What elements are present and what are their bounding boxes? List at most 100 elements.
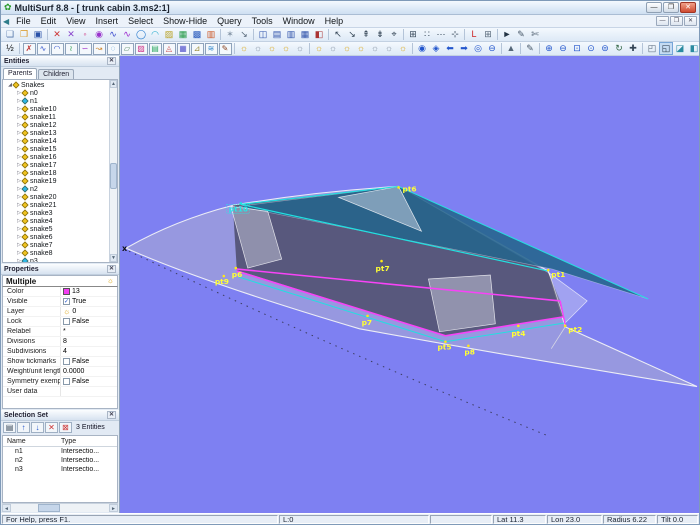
create-ruled-surface-button[interactable]: ▨ bbox=[134, 42, 148, 55]
create-arc-button[interactable]: ◠ bbox=[50, 42, 64, 55]
selection-close-icon[interactable]: ✕ bbox=[107, 411, 116, 419]
property-row-user-data[interactable]: User data bbox=[3, 387, 117, 397]
property-row-color[interactable]: Color 13 bbox=[3, 287, 117, 297]
visible-toggle-button[interactable]: ☼ bbox=[312, 42, 326, 55]
tree-item-snake3[interactable]: ▷ snake3 bbox=[3, 209, 109, 217]
tree-item-snake21[interactable]: ▷ snake21 bbox=[3, 201, 109, 209]
tree-item-n0[interactable]: ▷ n0 bbox=[3, 89, 109, 97]
property-row-relabel[interactable]: Relabel * bbox=[3, 327, 117, 337]
tree-item-snake15[interactable]: ▷ snake15 bbox=[3, 145, 109, 153]
menu-help[interactable]: Help bbox=[320, 16, 349, 26]
view-window-split-v-button[interactable]: ▥ bbox=[284, 28, 298, 41]
locate-entity-button[interactable]: ⌖ bbox=[387, 28, 401, 41]
measure-tool-button[interactable]: ↘ bbox=[237, 28, 251, 41]
tree-item-snake6[interactable]: ▷ snake6 bbox=[3, 233, 109, 241]
tab-children[interactable]: Children bbox=[38, 69, 75, 79]
surface-tool-button[interactable]: ▨ bbox=[162, 28, 176, 41]
perspective-view-button[interactable]: ▲ bbox=[504, 42, 518, 55]
hide-selected-button[interactable]: ☼ bbox=[326, 42, 340, 55]
look-up-button[interactable]: ⊖ bbox=[485, 42, 499, 55]
tree-item-snake5[interactable]: ▷ snake5 bbox=[3, 225, 109, 233]
tree-item-snake19[interactable]: ▷ snake19 bbox=[3, 177, 109, 185]
checkbox-unchecked-icon[interactable] bbox=[63, 358, 70, 365]
property-value[interactable]: False bbox=[60, 377, 117, 386]
property-value[interactable]: ☼ 0 bbox=[60, 307, 117, 316]
create-contours-button[interactable]: ≋ bbox=[204, 42, 218, 55]
show-query-button[interactable]: ☼ bbox=[265, 42, 279, 55]
look-forward-button[interactable]: ◎ bbox=[471, 42, 485, 55]
remove-selected-button[interactable]: ✕ bbox=[45, 422, 58, 433]
scroll-left-icon[interactable]: ◄ bbox=[2, 504, 11, 512]
selection-row-n2[interactable]: n2 Intersectio... bbox=[3, 456, 117, 465]
tree-item-snake4[interactable]: ▷ snake4 bbox=[3, 217, 109, 225]
show-entity-button[interactable]: ☼ bbox=[237, 42, 251, 55]
menu-query[interactable]: Query bbox=[212, 16, 247, 26]
show-all-button[interactable]: ☼ bbox=[354, 42, 368, 55]
checkbox-checked-icon[interactable]: ✓ bbox=[63, 298, 70, 305]
look-aft-button[interactable]: ◉ bbox=[415, 42, 429, 55]
hide-all-button[interactable]: ☼ bbox=[368, 42, 382, 55]
scroll-up-icon[interactable]: ▲ bbox=[110, 80, 117, 88]
menu-show-hide[interactable]: Show-Hide bbox=[158, 16, 212, 26]
plane-tool-button[interactable]: ▥ bbox=[204, 28, 218, 41]
view-window-active-button[interactable]: ◧ bbox=[312, 28, 326, 41]
view-window-single-button[interactable]: ◫ bbox=[256, 28, 270, 41]
hscroll-thumb[interactable] bbox=[38, 504, 61, 512]
menu-view[interactable]: View bbox=[61, 16, 90, 26]
open-folder-button[interactable]: ❒ bbox=[17, 28, 31, 41]
property-row-weight-unit-length[interactable]: Weight/unit length 0.0000 bbox=[3, 367, 117, 377]
hiddenline-mode-button[interactable]: ◱ bbox=[659, 42, 673, 55]
tree-item-snakes[interactable]: ◢ Snakes bbox=[3, 81, 109, 89]
new-document-button[interactable]: ❏ bbox=[3, 28, 17, 41]
snake-tool-button[interactable]: ∿ bbox=[120, 28, 134, 41]
show-children-button[interactable]: ☼ bbox=[293, 42, 307, 55]
menu-window[interactable]: Window bbox=[278, 16, 320, 26]
show-only-button[interactable]: ☼ bbox=[396, 42, 410, 55]
tree-item-snake8[interactable]: ▷ snake8 bbox=[3, 249, 109, 257]
trim-tool-button[interactable]: ✄ bbox=[528, 28, 542, 41]
magic-wand-tool-button[interactable]: ✶ bbox=[223, 28, 237, 41]
selection-row-n1[interactable]: n1 Intersectio... bbox=[3, 447, 117, 456]
curve-tool-button[interactable]: ∿ bbox=[106, 28, 120, 41]
hscroll-track[interactable] bbox=[11, 504, 109, 512]
pen-tool-button[interactable]: ✎ bbox=[514, 28, 528, 41]
property-row-divisions[interactable]: Divisions 8 bbox=[3, 337, 117, 347]
rotate-view-button[interactable]: ↻ bbox=[612, 42, 626, 55]
property-value[interactable] bbox=[60, 387, 117, 396]
restore-button[interactable]: ❐ bbox=[663, 2, 679, 13]
bead-tool-button[interactable]: ◉ bbox=[92, 28, 106, 41]
property-value[interactable]: False bbox=[60, 357, 117, 366]
mdi-restore-button[interactable]: ❐ bbox=[670, 16, 683, 26]
menu-tools[interactable]: Tools bbox=[247, 16, 278, 26]
tree-item-snake17[interactable]: ▷ snake17 bbox=[3, 161, 109, 169]
solid-tool-button[interactable]: ▩ bbox=[190, 28, 204, 41]
point-tool-button[interactable]: ◦ bbox=[78, 28, 92, 41]
entities-tree-scrollbar[interactable]: ▲ ▼ bbox=[109, 80, 117, 262]
property-value[interactable]: 4 bbox=[60, 347, 117, 356]
menu-select[interactable]: Select bbox=[123, 16, 158, 26]
minimize-button[interactable]: — bbox=[646, 2, 662, 13]
selection-list-button[interactable]: ▤ bbox=[3, 422, 16, 433]
create-point-button[interactable]: ✗ bbox=[22, 42, 36, 55]
rendered-mode-button[interactable]: ◧ bbox=[687, 42, 699, 55]
property-row-layer[interactable]: Layer ☼ 0 bbox=[3, 307, 117, 317]
shaded-mode-button[interactable]: ◪ bbox=[673, 42, 687, 55]
look-port-button[interactable]: ⬅ bbox=[443, 42, 457, 55]
tree-item-snake16[interactable]: ▷ snake16 bbox=[3, 153, 109, 161]
axes-tool-button[interactable]: L bbox=[467, 28, 481, 41]
look-down-button[interactable]: ◈ bbox=[429, 42, 443, 55]
scroll-track[interactable] bbox=[110, 88, 117, 254]
close-button[interactable]: ✕ bbox=[680, 2, 696, 13]
tree-item-snake18[interactable]: ▷ snake18 bbox=[3, 169, 109, 177]
delete-entity-button[interactable]: ✕ bbox=[50, 28, 64, 41]
tree-item-snake12[interactable]: ▷ snake12 bbox=[3, 121, 109, 129]
move-up-button[interactable]: ↑ bbox=[17, 422, 30, 433]
look-starboard-button[interactable]: ➡ bbox=[457, 42, 471, 55]
property-value[interactable]: ✓ True bbox=[60, 297, 117, 306]
select-children-button[interactable]: ↘ bbox=[345, 28, 359, 41]
menu-file[interactable]: File bbox=[11, 16, 36, 26]
property-row-show-tickmarks[interactable]: Show tickmarks False bbox=[3, 357, 117, 367]
show-parents-button[interactable]: ☼ bbox=[279, 42, 293, 55]
create-bcurve-button[interactable]: ≀ bbox=[64, 42, 78, 55]
property-value[interactable]: 8 bbox=[60, 337, 117, 346]
